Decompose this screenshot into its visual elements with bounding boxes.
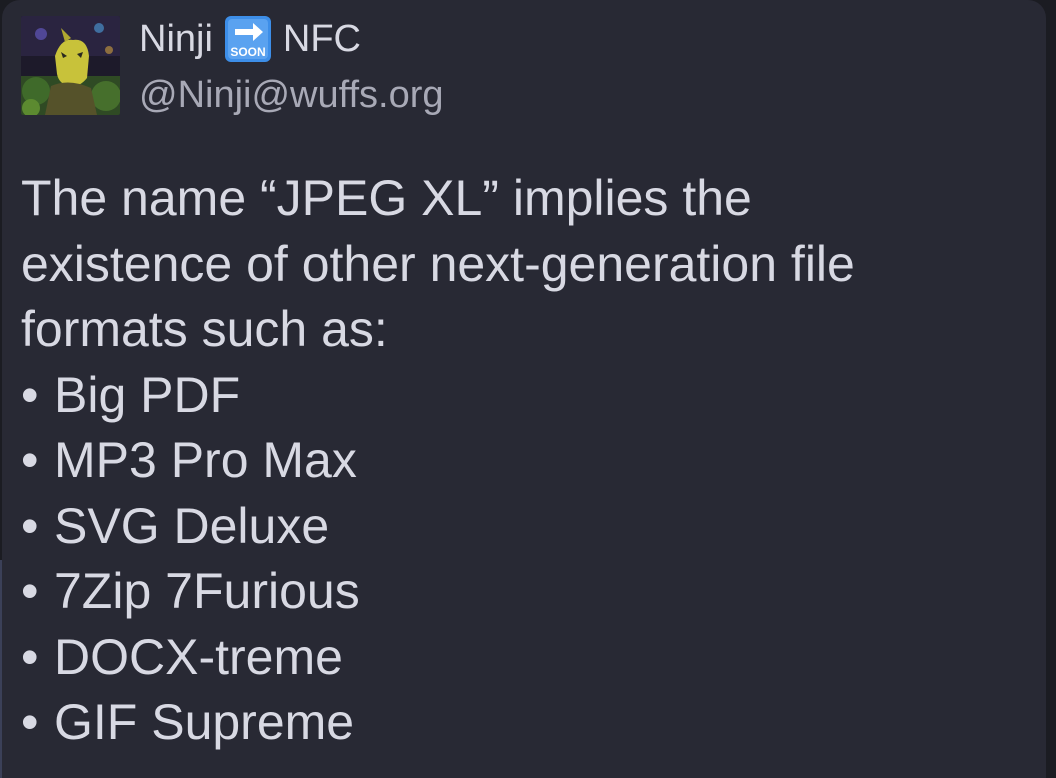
bullet-marker: •: [21, 628, 39, 685]
avatar-photo-icon: [21, 16, 120, 115]
list-item-text: 7Zip 7Furious: [54, 563, 360, 619]
list-item-text: MP3 Pro Max: [54, 432, 357, 488]
list-item: • DOCX-treme: [21, 625, 1021, 691]
list-item-text: GIF Supreme: [54, 694, 355, 750]
list-item: • MP3 Pro Max: [21, 428, 1021, 494]
post-card: Ninji SOON NFC @Ninji@wuffs.org The name…: [2, 0, 1046, 778]
bullet-marker: •: [21, 497, 39, 554]
svg-text:SOON: SOON: [230, 45, 265, 59]
list-item-text: SVG Deluxe: [54, 497, 330, 554]
bullet-marker: •: [21, 563, 39, 619]
list-item-text: Big PDF: [54, 366, 241, 423]
bullet-marker: •: [21, 694, 39, 750]
list-item: • Big PDF: [21, 363, 1021, 429]
post-body: The name “JPEG XL” implies the existence…: [21, 166, 1021, 756]
author-name-first: Ninji: [139, 17, 213, 60]
list-item: • SVG Deluxe: [21, 494, 1021, 560]
list-item-text: DOCX-treme: [54, 628, 343, 685]
soon-arrow-emoji-icon: SOON: [224, 16, 271, 62]
author-display-name[interactable]: Ninji SOON NFC: [139, 14, 361, 64]
post-intro-line: existence of other next-generation file: [21, 235, 855, 292]
author-name-last: NFC: [282, 17, 362, 60]
bullet-marker: •: [21, 432, 39, 488]
post-intro-line: formats such as:: [21, 301, 388, 357]
list-item: • 7Zip 7Furious: [21, 559, 1021, 625]
author-handle[interactable]: @Ninji@wuffs.org: [139, 74, 444, 117]
post-intro-line: The name “JPEG XL” implies the: [21, 170, 752, 226]
bullet-marker: •: [21, 366, 39, 423]
avatar[interactable]: [21, 16, 120, 115]
list-item: • GIF Supreme: [21, 690, 1021, 756]
